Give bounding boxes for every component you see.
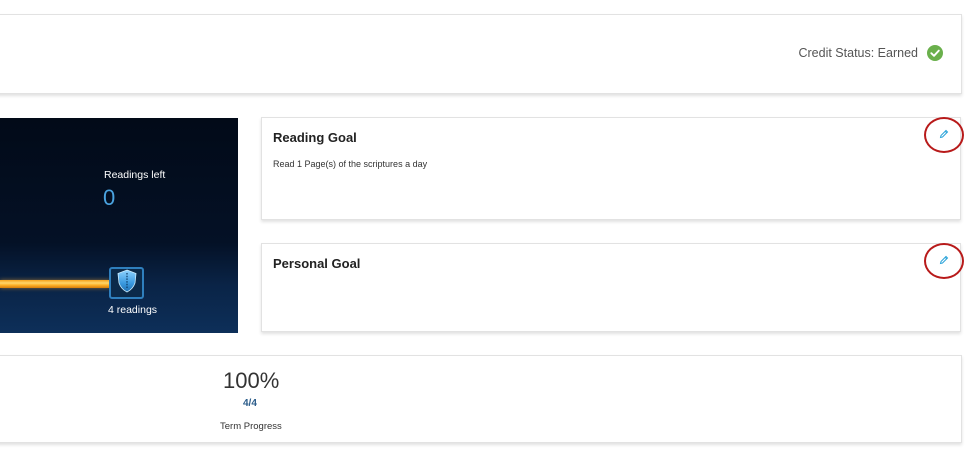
check-circle-icon — [927, 45, 943, 61]
reading-goal-title: Reading Goal — [273, 130, 357, 145]
edit-reading-goal-button[interactable] — [924, 117, 964, 153]
readings-left-value: 0 — [103, 185, 116, 210]
milestone-badge — [109, 267, 144, 299]
credit-status-card: Credit Status: Earned — [0, 14, 962, 94]
personal-goal-title: Personal Goal — [273, 256, 361, 271]
readings-progress-panel: Readings left 0 4 readings — [0, 118, 238, 333]
term-progress-label: Term Progress — [220, 421, 282, 432]
readings-left-label: Readings left — [104, 169, 166, 181]
credit-status-text: Credit Status: Earned — [798, 46, 918, 60]
term-progress-card: 100% 4/4 Term Progress — [0, 355, 962, 443]
milestone-label: 4 readings — [108, 304, 158, 316]
term-progress-percent: 100% — [223, 368, 280, 393]
reading-progress-track — [0, 280, 110, 288]
edit-personal-goal-button[interactable] — [924, 243, 964, 279]
shield-icon — [116, 269, 138, 298]
reading-goal-text: Read 1 Page(s) of the scriptures a day — [273, 159, 428, 169]
term-progress-count: 4/4 — [243, 398, 257, 409]
pencil-icon — [939, 252, 949, 270]
reading-goal-card: Reading Goal Read 1 Page(s) of the scrip… — [261, 117, 964, 220]
pencil-icon — [939, 126, 949, 144]
credit-status: Credit Status: Earned — [798, 45, 943, 61]
personal-goal-card: Personal Goal — [261, 243, 964, 332]
